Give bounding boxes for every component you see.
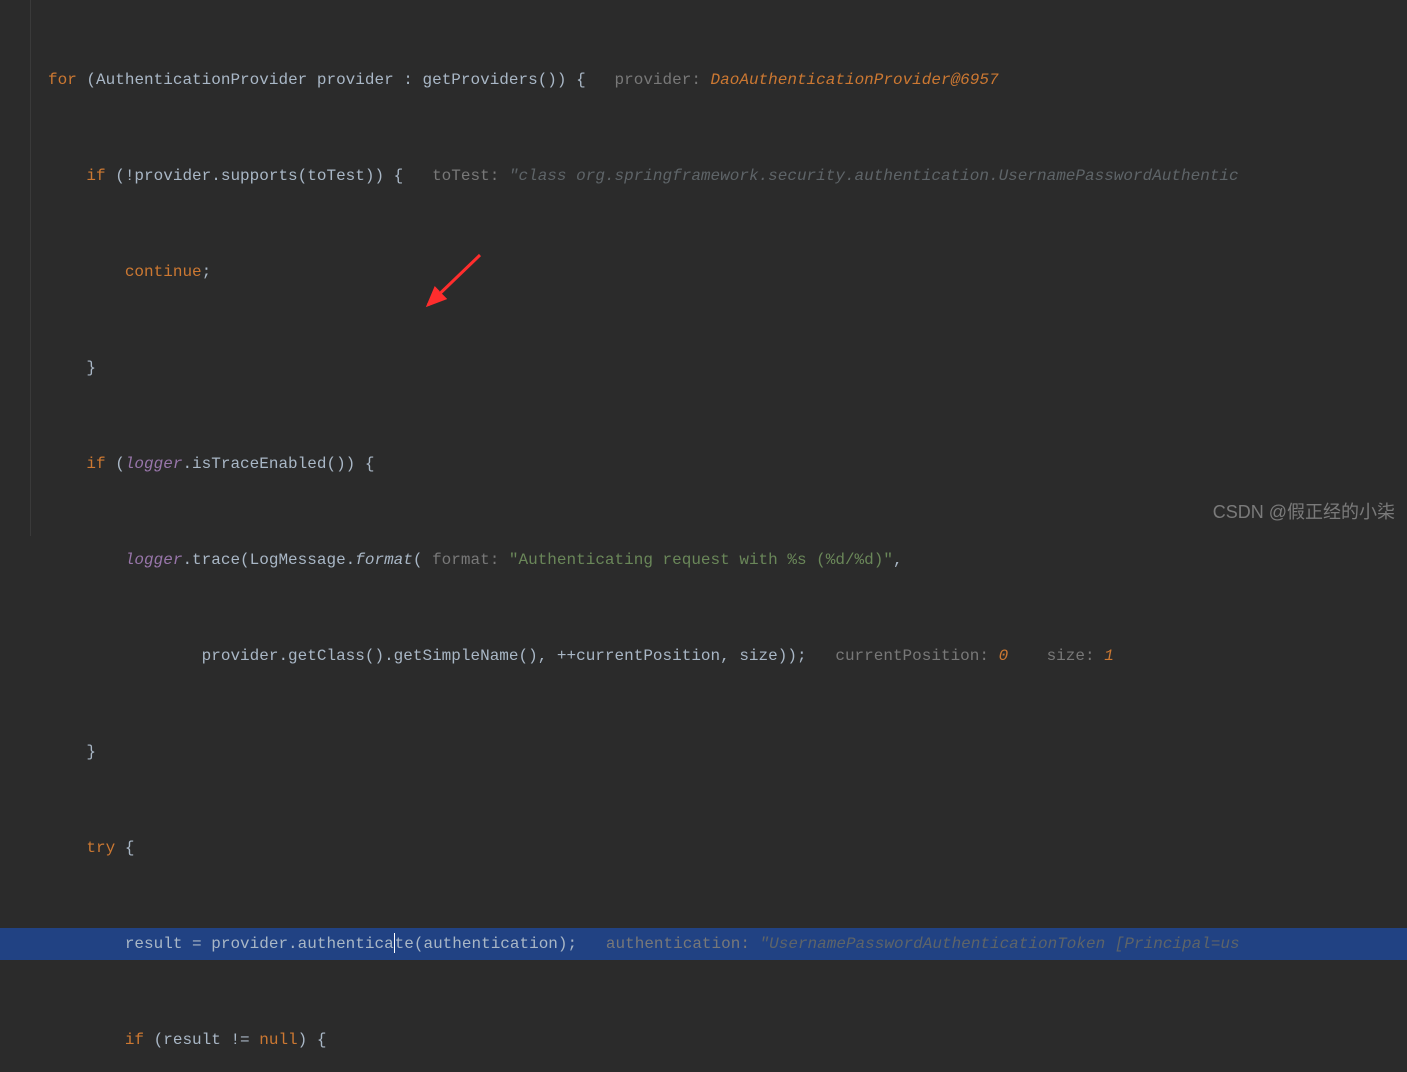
code-text: .trace(LogMessage.: [182, 551, 355, 569]
code-text: ) {: [298, 1031, 327, 1049]
code-text: (: [106, 455, 125, 473]
inline-hint: provider: DaoAuthenticationProvider@6957: [615, 71, 999, 89]
inline-hint: authentication: "UsernamePasswordAuthent…: [606, 935, 1240, 953]
code-line[interactable]: try {: [0, 832, 1407, 864]
code-text: .isTraceEnabled()) {: [182, 455, 374, 473]
code-editor[interactable]: for (AuthenticationProvider provider : g…: [0, 0, 1407, 1072]
code-text: }: [86, 359, 96, 377]
code-line[interactable]: logger.trace(LogMessage.format( format: …: [0, 544, 1407, 576]
code-line-current[interactable]: result = provider.authenticate(authentic…: [0, 928, 1407, 960]
code-line[interactable]: for (AuthenticationProvider provider : g…: [0, 64, 1407, 96]
code-text: result = provider.authentica: [125, 935, 394, 953]
keyword-null: null: [259, 1031, 297, 1049]
watermark-text: CSDN @假正经的小柒: [1213, 496, 1395, 528]
code-text: te(authentication);: [395, 935, 606, 953]
code-text: (!provider.supports(toTest)) {: [106, 167, 432, 185]
code-line[interactable]: }: [0, 352, 1407, 384]
code-text: (AuthenticationProvider provider : getPr…: [77, 71, 615, 89]
keyword-if: if: [86, 455, 105, 473]
inline-hint: currentPosition: 0 size: 1: [835, 647, 1113, 665]
inline-hint: toTest: "class org.springframework.secur…: [432, 167, 1239, 185]
code-text: }: [86, 743, 96, 761]
code-line[interactable]: }: [0, 736, 1407, 768]
string-literal: "Authenticating request with %s (%d/%d)": [499, 551, 893, 569]
field-ref: logger: [125, 455, 183, 473]
param-hint: format:: [432, 551, 499, 569]
code-line[interactable]: if (!provider.supports(toTest)) { toTest…: [0, 160, 1407, 192]
static-method: format: [355, 551, 413, 569]
code-line[interactable]: if (logger.isTraceEnabled()) {: [0, 448, 1407, 480]
keyword-for: for: [48, 71, 77, 89]
code-line[interactable]: continue;: [0, 256, 1407, 288]
field-ref: logger: [125, 551, 183, 569]
code-text: ;: [202, 263, 212, 281]
code-text: (result !=: [144, 1031, 259, 1049]
keyword-if: if: [86, 167, 105, 185]
code-text: (: [413, 551, 432, 569]
keyword-try: try: [86, 839, 115, 857]
keyword-if: if: [125, 1031, 144, 1049]
code-text: ,: [893, 551, 903, 569]
keyword-continue: continue: [125, 263, 202, 281]
code-text: {: [115, 839, 134, 857]
code-text: provider.getClass().getSimpleName(), ++c…: [202, 647, 836, 665]
code-line[interactable]: if (result != null) {: [0, 1024, 1407, 1056]
code-line[interactable]: provider.getClass().getSimpleName(), ++c…: [0, 640, 1407, 672]
